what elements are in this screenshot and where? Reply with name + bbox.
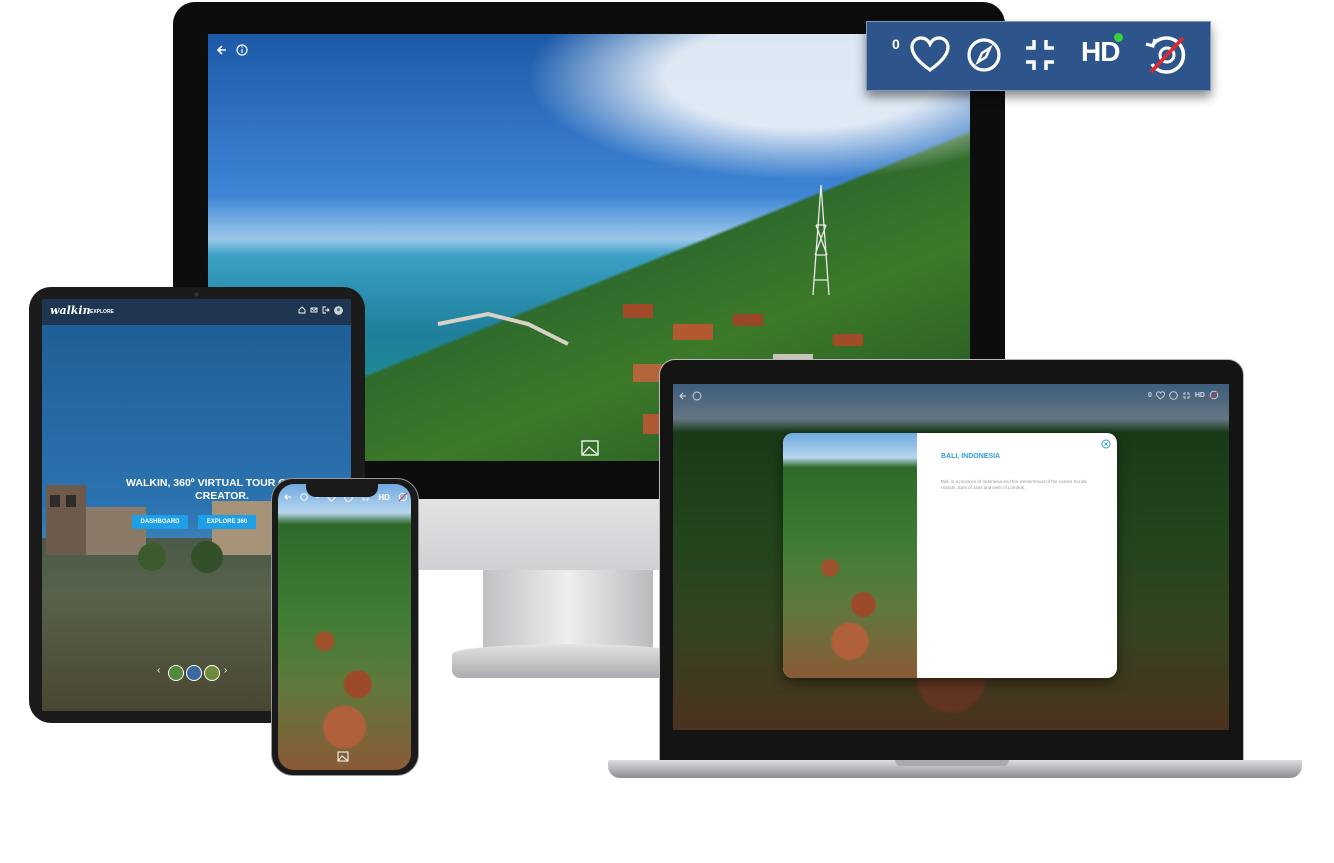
close-icon[interactable] — [1101, 439, 1111, 449]
info-icon[interactable] — [300, 493, 308, 501]
mail-icon[interactable] — [310, 306, 318, 314]
like-count: 0 — [892, 36, 900, 52]
photo-icon[interactable] — [336, 750, 350, 764]
scene-thumbnail[interactable] — [204, 665, 220, 681]
laptop-screen: 0 HD BALI, INDONESIA Bali, is a province… — [673, 384, 1229, 730]
phone-panorama-viewer[interactable]: 0 HD — [278, 484, 411, 770]
antenna-tower-decoration — [812, 185, 830, 295]
hd-icon[interactable]: HD — [1081, 36, 1120, 68]
like-count: 0 — [1147, 391, 1152, 399]
tablet-navbar: walkin EXPLORE — [42, 299, 351, 325]
hd-active-indicator — [1114, 33, 1123, 42]
compass-icon[interactable] — [1169, 390, 1178, 400]
laptop-top-left-controls — [679, 391, 702, 401]
laptop-notch — [895, 760, 1009, 766]
gyro-off-icon[interactable] — [1143, 32, 1189, 76]
explore-360-button[interactable]: EXPLORE 360 — [198, 515, 256, 529]
arrow-left-icon[interactable] — [216, 45, 226, 55]
compass-icon[interactable] — [966, 36, 1002, 74]
info-icon[interactable] — [692, 391, 702, 401]
arrow-left-icon[interactable] — [679, 392, 686, 400]
chevron-left-icon[interactable]: ‹ — [157, 665, 160, 676]
chevron-right-icon[interactable]: › — [224, 665, 227, 676]
gyro-off-icon[interactable] — [398, 492, 408, 502]
modal-description: Bali, is a province of Indonesia and the… — [941, 479, 1087, 490]
phone-notch — [306, 483, 378, 497]
compress-icon[interactable] — [1022, 36, 1058, 74]
monitor-foot — [452, 644, 684, 678]
hd-icon[interactable]: HD — [1195, 392, 1205, 399]
dashboard-button[interactable]: DASHBOARD — [132, 515, 188, 529]
logout-icon[interactable] — [322, 306, 330, 314]
info-icon[interactable] — [236, 44, 248, 56]
nav-explore-link[interactable]: EXPLORE — [90, 309, 114, 315]
monitor-stand — [483, 570, 653, 650]
heart-icon[interactable] — [910, 36, 950, 74]
tablet-camera — [194, 292, 199, 297]
modal-title: BALI, INDONESIA — [941, 453, 1001, 460]
hd-icon[interactable]: HD — [378, 493, 390, 502]
location-photo — [783, 433, 917, 678]
avatar[interactable] — [334, 306, 343, 315]
viewer-toolbar-zoom: 0 HD — [866, 21, 1211, 91]
photo-icon[interactable] — [580, 438, 602, 458]
pier-decoration — [437, 311, 569, 346]
arrow-left-icon[interactable] — [284, 493, 292, 501]
gyro-off-icon[interactable] — [1209, 390, 1219, 400]
location-info-modal: BALI, INDONESIA Bali, is a province of I… — [783, 433, 1117, 678]
home-icon[interactable] — [298, 306, 306, 314]
walkin-logo[interactable]: walkin — [50, 304, 91, 317]
compress-icon[interactable] — [1182, 391, 1191, 400]
scene-thumbnail-active[interactable] — [186, 665, 202, 681]
scene-thumbnail[interactable] — [168, 665, 184, 681]
heart-icon[interactable] — [1155, 390, 1165, 400]
laptop-toolbar: 0 HD — [1148, 390, 1219, 400]
monitor-top-controls — [216, 44, 248, 56]
